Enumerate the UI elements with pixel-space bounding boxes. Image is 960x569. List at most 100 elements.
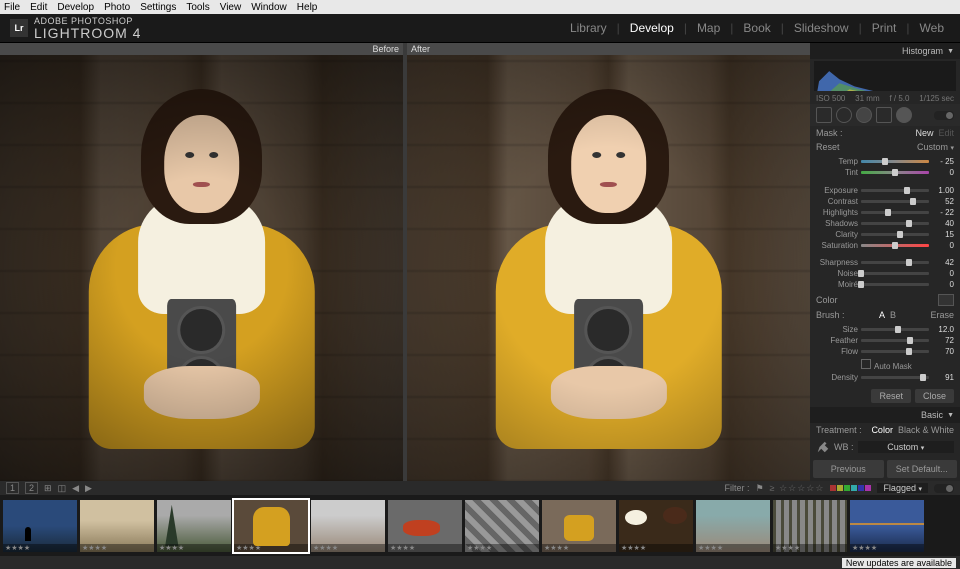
menu-file[interactable]: File [4,2,20,13]
menu-develop[interactable]: Develop [57,2,94,13]
thumbnail-strip: ★★★★★★★★★★★★★★★★★★★★★★★★★★★★★★★★★★★★★★★★… [0,495,960,556]
menu-help[interactable]: Help [297,2,318,13]
menu-settings[interactable]: Settings [140,2,176,13]
thumbnail-12[interactable]: ★★★★ [850,500,924,552]
mask-row: Mask : New Edit [810,126,960,140]
thumbnail-2[interactable]: ★★★★ [80,500,154,552]
brush-reset-button[interactable]: Reset [871,389,911,403]
menu-tools[interactable]: Tools [186,2,209,13]
treatment-bw[interactable]: Black & White [898,425,954,435]
treatment-color[interactable]: Color [871,425,893,435]
menu-window[interactable]: Window [251,2,287,13]
slider-saturation[interactable]: Saturation0 [816,240,954,251]
module-picker: Library|Develop|Map|Book|Slideshow|Print… [564,21,950,35]
histogram-display[interactable] [814,61,956,91]
previous-button[interactable]: Previous [813,460,884,478]
brush-close-button[interactable]: Close [915,389,954,403]
redeye-tool-icon[interactable] [856,107,872,123]
view-mode-2[interactable]: 2 [25,482,38,494]
after-view: After [407,43,810,481]
identity-plate-bar: Lr ADOBE PHOTOSHOP LIGHTROOM 4 Library|D… [0,14,960,43]
module-web[interactable]: Web [914,21,950,35]
module-develop[interactable]: Develop [624,21,680,35]
effect-reset-button[interactable]: Reset [816,142,840,152]
crop-tool-icon[interactable] [816,107,832,123]
brand-name: LIGHTROOM 4 [34,26,141,40]
automask-checkbox[interactable] [861,359,871,369]
lightroom-logo-icon: Lr [10,19,28,37]
brush-tool-icon[interactable] [896,107,912,123]
thumbnail-4[interactable]: ★★★★ [234,500,308,552]
chevron-down-icon: ▼ [947,48,954,55]
brush-header: Brush : A B Erase [810,308,960,322]
thumbnail-7[interactable]: ★★★★ [465,500,539,552]
menu-edit[interactable]: Edit [30,2,47,13]
slider-shadows[interactable]: Shadows40 [816,218,954,229]
slider-feather[interactable]: Feather72 [816,335,954,346]
filter-toggle[interactable] [934,484,954,493]
spot-tool-icon[interactable] [836,107,852,123]
set-default-button[interactable]: Set Default... [887,460,958,478]
update-notification[interactable]: New updates are available [842,558,956,568]
thumbnail-9[interactable]: ★★★★ [619,500,693,552]
slider-size[interactable]: Size12.0 [816,324,954,335]
menu-photo[interactable]: Photo [104,2,130,13]
eyedropper-icon[interactable] [816,440,830,454]
module-book[interactable]: Book [737,21,776,35]
compare-icon[interactable]: ◫ [58,483,67,494]
slider-flow[interactable]: Flow70 [816,346,954,357]
filmstrip: 1 2 ⊞ ◫ ◀ ▶ Filter : ⚑ ≥ ☆☆☆☆☆ Flagged ▾… [0,481,960,556]
slider-sharpness[interactable]: Sharpness42 [816,257,954,268]
logo: Lr ADOBE PHOTOSHOP LIGHTROOM 4 [10,17,141,40]
grid-icon[interactable]: ⊞ [44,483,52,494]
brand-text: ADOBE PHOTOSHOP LIGHTROOM 4 [34,17,141,40]
view-mode-1[interactable]: 1 [6,482,19,494]
after-photo[interactable] [407,55,810,481]
main-area: Before After [0,43,960,481]
flag-filter-icon[interactable]: ⚑ [756,483,764,494]
thumbnail-8[interactable]: ★★★★ [542,500,616,552]
after-label: After [407,43,810,55]
color-swatch[interactable] [938,294,954,306]
color-label-filter[interactable] [830,485,871,491]
module-library[interactable]: Library [564,21,613,35]
wb-combo[interactable]: Custom ▾ [858,441,955,453]
slider-contrast[interactable]: Contrast52 [816,196,954,207]
thumbnail-3[interactable]: ★★★★ [157,500,231,552]
rating-filter[interactable]: ≥ ☆☆☆☆☆ [770,483,825,494]
nav-left-icon[interactable]: ◀ [72,483,79,494]
slider-temp[interactable]: Temp- 25 [816,156,954,167]
thumbnail-5[interactable]: ★★★★ [311,500,385,552]
panel-toggle[interactable] [934,111,954,120]
effect-preset-combo[interactable]: Custom [917,142,948,152]
slider-exposure[interactable]: Exposure1.00 [816,185,954,196]
thumbnail-1[interactable]: ★★★★ [3,500,77,552]
slider-noise[interactable]: Noise0 [816,268,954,279]
grad-filter-icon[interactable] [876,107,892,123]
histogram-header[interactable]: Histogram▼ [810,43,960,59]
nav-right-icon[interactable]: ▶ [85,483,92,494]
module-print[interactable]: Print [866,21,903,35]
brush-b[interactable]: B [890,310,896,320]
slider-moiré[interactable]: Moiré0 [816,279,954,290]
slider-tint[interactable]: Tint0 [816,167,954,178]
loupe-viewer: Before After [0,43,810,481]
before-photo[interactable] [0,55,403,481]
right-panel: Histogram▼ ISO 500 31 mm f / 5.0 1/125 s… [810,43,960,481]
exif-meta: ISO 500 31 mm f / 5.0 1/125 sec [810,93,960,104]
basic-header[interactable]: Basic▼ [810,407,960,423]
brush-a[interactable]: A [879,310,885,320]
mask-new-button[interactable]: New [915,128,933,138]
module-slideshow[interactable]: Slideshow [788,21,855,35]
mask-edit-button[interactable]: Edit [938,128,954,138]
menu-view[interactable]: View [220,2,242,13]
thumbnail-11[interactable]: ★★★★ [773,500,847,552]
brush-erase[interactable]: Erase [930,310,954,320]
slider-highlights[interactable]: Highlights- 22 [816,207,954,218]
thumbnail-6[interactable]: ★★★★ [388,500,462,552]
slider-clarity[interactable]: Clarity15 [816,229,954,240]
thumbnail-10[interactable]: ★★★★ [696,500,770,552]
module-map[interactable]: Map [691,21,726,35]
filter-preset-combo[interactable]: Flagged ▾ [877,483,928,493]
slider-density[interactable]: Density91 [816,372,954,383]
